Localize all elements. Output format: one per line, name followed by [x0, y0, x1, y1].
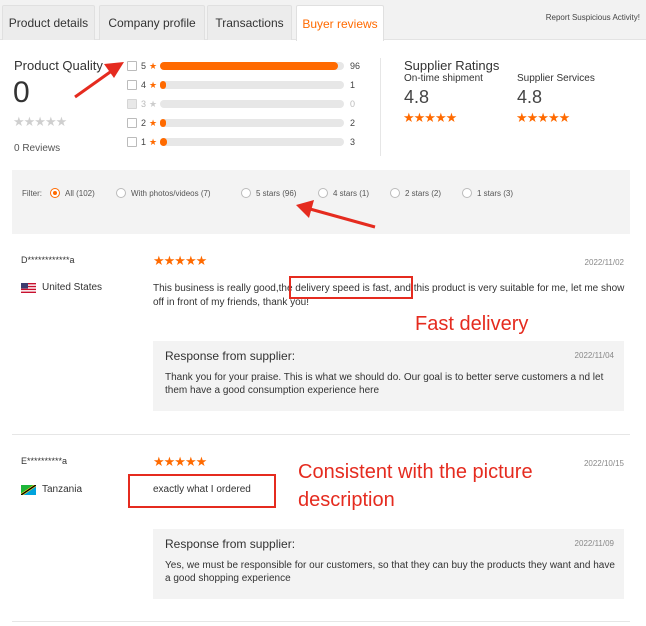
reviewer-country: United States	[21, 282, 102, 293]
on-time-shipment-stars: ★★★★★	[403, 110, 457, 125]
rating-5-label: 5	[141, 61, 147, 71]
rating-4-checkbox[interactable]	[127, 80, 137, 90]
rating-1-label: 1	[141, 137, 147, 147]
radio-selected-icon	[50, 188, 60, 198]
rating-5-count: 96	[350, 61, 361, 71]
radio-icon	[318, 188, 328, 198]
star-icon: ★	[149, 60, 158, 71]
product-quality-title: Product Quality	[14, 58, 103, 73]
review-separator	[12, 621, 630, 622]
response-text: Yes, we must be responsible for our cust…	[165, 560, 615, 584]
reviewer-name: D************a	[21, 255, 75, 265]
review-stars: ★★★★★	[153, 454, 207, 469]
filter-5-stars[interactable]: 5 stars (96)	[241, 188, 296, 198]
tab-company-profile[interactable]: Company profile	[99, 5, 205, 40]
rating-2-label: 2	[141, 118, 147, 128]
rating-1-bar	[160, 138, 344, 146]
radio-icon	[462, 188, 472, 198]
review-stars: ★★★★★	[153, 253, 207, 268]
rating-bar-fill	[160, 81, 166, 89]
filter-1-stars[interactable]: 1 stars (3)	[462, 188, 513, 198]
star-icon: ★	[149, 98, 158, 109]
tanzania-flag-icon	[21, 484, 36, 495]
rating-4-count: 1	[350, 80, 356, 90]
annotation-consistent-line1: Consistent with the picture	[298, 461, 533, 483]
star-icon: ★	[149, 117, 158, 128]
response-text: Thank you for your praise. This is what …	[165, 372, 604, 396]
review-date: 2022/11/02	[584, 258, 624, 267]
filter-label: Filter:	[22, 189, 42, 198]
response-date: 2022/11/09	[574, 539, 614, 548]
on-time-shipment-score: 4.8	[404, 87, 430, 107]
rating-3-count: 0	[350, 99, 356, 109]
rating-1-checkbox[interactable]	[127, 137, 137, 147]
rating-row-1: 1 ★ 3	[127, 136, 367, 148]
on-time-shipment-label: On-time shipment	[404, 73, 483, 84]
report-suspicious-link[interactable]: Report Suspicious Activity!	[546, 13, 640, 22]
rating-2-checkbox[interactable]	[127, 118, 137, 128]
response-title: Response from supplier:	[165, 349, 296, 363]
tab-product-details[interactable]: Product details	[2, 5, 95, 40]
rating-4-bar	[160, 81, 344, 89]
divider	[380, 58, 381, 156]
tab-buyer-reviews[interactable]: Buyer reviews	[296, 5, 384, 41]
product-quality-score: 0	[13, 76, 30, 109]
rating-bar-fill	[160, 62, 339, 70]
rating-3-bar	[160, 100, 344, 108]
supplier-response: Response from supplier: 2022/11/04 Thank…	[153, 341, 624, 411]
us-flag-icon	[21, 282, 36, 293]
rating-2-count: 2	[350, 118, 356, 128]
supplier-response: Response from supplier: 2022/11/09 Yes, …	[153, 529, 624, 599]
review-date: 2022/10/15	[583, 459, 624, 468]
supplier-services-label: Supplier Services	[517, 73, 595, 84]
filter-4-stars[interactable]: 4 stars (1)	[318, 188, 369, 198]
rating-bar-fill	[160, 138, 168, 146]
rating-2-bar	[160, 119, 344, 127]
filter-all[interactable]: All (102)	[50, 188, 95, 198]
rating-row-5: 5 ★ 96	[127, 60, 367, 72]
supplier-services-score: 4.8	[517, 87, 543, 107]
rating-row-2: 2 ★ 2	[127, 117, 367, 129]
annotation-consistent-line2: description	[298, 489, 395, 511]
radio-icon	[116, 188, 126, 198]
rating-5-bar	[160, 62, 344, 70]
rating-5-checkbox[interactable]	[127, 61, 137, 71]
reviewer-name: E**********a	[21, 456, 68, 466]
review-filter-bar: Filter: All (102) With photos/videos (7)…	[12, 170, 630, 234]
rating-1-count: 3	[350, 137, 356, 147]
review-separator	[12, 434, 630, 435]
tab-bar: Product details Company profile Transact…	[0, 0, 646, 41]
tab-transactions[interactable]: Transactions	[207, 5, 292, 40]
annotation-fast-delivery: Fast delivery	[415, 313, 529, 335]
response-title: Response from supplier:	[165, 537, 296, 551]
filter-photos-videos[interactable]: With photos/videos (7)	[116, 188, 211, 198]
highlight-box	[128, 474, 276, 508]
star-icon: ★	[149, 79, 158, 90]
reviewer-country: Tanzania	[21, 484, 82, 495]
rating-bar-fill	[160, 119, 166, 127]
product-quality-stars: ★★★★★	[13, 114, 67, 129]
radio-icon	[390, 188, 400, 198]
star-icon: ★	[149, 136, 158, 147]
highlight-box	[289, 276, 413, 299]
rating-row-4: 4 ★ 1	[127, 79, 367, 91]
supplier-ratings-title: Supplier Ratings	[404, 58, 500, 73]
rating-3-label: 3	[141, 99, 147, 109]
product-quality-review-count: 0 Reviews	[14, 143, 61, 154]
radio-icon	[241, 188, 251, 198]
rating-3-checkbox	[127, 99, 137, 109]
response-date: 2022/11/04	[574, 351, 614, 360]
rating-row-3: 3 ★ 0	[127, 98, 367, 110]
filter-2-stars[interactable]: 2 stars (2)	[390, 188, 441, 198]
supplier-services-stars: ★★★★★	[516, 110, 570, 125]
rating-4-label: 4	[141, 80, 147, 90]
